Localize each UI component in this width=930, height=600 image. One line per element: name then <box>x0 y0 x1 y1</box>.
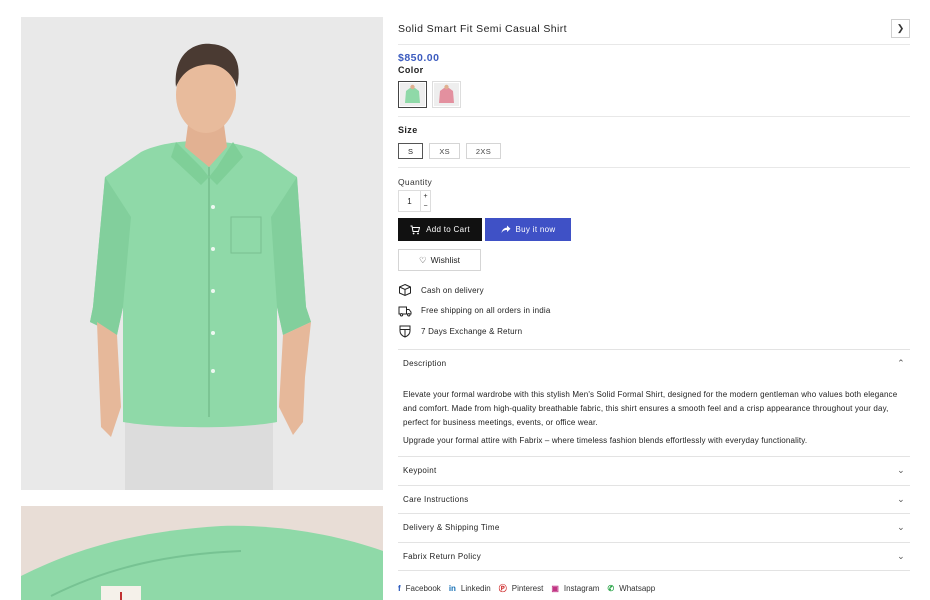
quantity-input[interactable]: 1 <box>399 191 421 211</box>
size-option-2xs[interactable]: 2XS <box>465 143 501 159</box>
quantity-steps: + − <box>421 191 430 211</box>
description-paragraph: Elevate your formal wardrobe with this s… <box>403 390 898 427</box>
accordion-title: Care Instructions <box>403 494 469 504</box>
feature-text: 7 Days Exchange & Return <box>421 326 523 336</box>
quantity-label: Quantity <box>398 177 433 187</box>
pinterest-icon: Ⓟ <box>498 584 507 593</box>
fabric-closeup <box>21 506 383 600</box>
purchase-actions: Add to Cart Buy it now <box>398 218 910 241</box>
accordion-title: Description <box>403 359 447 369</box>
accordion-keypoint-header[interactable]: Keypoint ⌄ <box>398 457 910 486</box>
quantity-stepper: 1 + − <box>398 190 431 212</box>
green-shirt-thumbnail <box>400 83 425 106</box>
swatch-pink[interactable] <box>432 81 461 108</box>
share-whatsapp[interactable]: ✆ Whatsapp <box>607 584 655 593</box>
chevron-down-icon: ⌄ <box>897 550 905 561</box>
description-content: Elevate your formal wardrobe with this s… <box>398 378 910 457</box>
linkedin-icon: in <box>448 584 456 593</box>
add-to-cart-button[interactable]: Add to Cart <box>398 218 482 241</box>
quantity-decrease-button[interactable]: − <box>421 201 430 211</box>
product-gallery <box>21 17 383 600</box>
cart-icon <box>410 225 421 234</box>
color-label: Color <box>398 65 424 75</box>
product-title: Solid Smart Fit Semi Casual Shirt <box>398 22 567 35</box>
product-detail-image[interactable] <box>21 506 383 600</box>
product-main-image[interactable] <box>21 17 383 490</box>
feature-item: Cash on delivery <box>398 280 910 301</box>
share-label: Facebook <box>405 584 441 593</box>
share-facebook[interactable]: f Facebook <box>398 584 441 593</box>
share-links: f Facebook in Linkedin Ⓟ Pinterest ▣ Ins… <box>398 583 910 594</box>
share-linkedin[interactable]: in Linkedin <box>449 584 491 593</box>
next-product-button[interactable]: ❯ <box>891 19 910 38</box>
feature-list: Cash on delivery Free shipping on all or… <box>398 280 910 342</box>
chevron-right-icon: ❯ <box>896 23 905 33</box>
share-label: Linkedin <box>460 584 491 593</box>
accordion-return-header[interactable]: Fabrix Return Policy ⌄ <box>398 543 910 571</box>
facebook-icon: f <box>398 584 401 593</box>
quantity-increase-button[interactable]: + <box>421 191 430 201</box>
feature-text: Free shipping on all orders in india <box>421 306 551 316</box>
product-info-panel: Solid Smart Fit Semi Casual Shirt ❯ $850… <box>398 17 910 594</box>
share-pinterest[interactable]: Ⓟ Pinterest <box>499 583 544 594</box>
feature-text: Cash on delivery <box>421 285 484 295</box>
feature-item: Free shipping on all orders in india <box>398 301 910 322</box>
size-option-s[interactable]: S <box>398 143 424 159</box>
shield-icon <box>399 325 411 338</box>
wishlist-label: Wishlist <box>430 255 460 265</box>
accordion-description-header[interactable]: Description ⌃ <box>398 350 910 379</box>
pink-shirt-thumbnail <box>434 83 459 106</box>
accordion-delivery-header[interactable]: Delivery & Shipping Time ⌄ <box>398 514 910 543</box>
swatch-green[interactable] <box>398 81 427 108</box>
box-icon <box>399 284 411 297</box>
size-label: Size <box>398 125 418 135</box>
truck-icon <box>398 306 412 317</box>
chevron-down-icon: ⌄ <box>897 522 905 533</box>
share-label: Whatsapp <box>619 584 656 593</box>
buy-now-label: Buy it now <box>515 225 556 234</box>
color-swatches <box>398 81 910 117</box>
wishlist-button[interactable]: ♡ Wishlist <box>398 249 481 271</box>
chevron-down-icon: ⌄ <box>897 465 905 476</box>
accordion-care-header[interactable]: Care Instructions ⌄ <box>398 486 910 514</box>
share-label: Pinterest <box>511 584 544 593</box>
accordion-title: Keypoint <box>403 466 437 476</box>
model-photo <box>21 17 383 490</box>
size-option-xs[interactable]: XS <box>429 143 460 159</box>
instagram-icon: ▣ <box>551 584 559 593</box>
description-paragraph: Upgrade your formal attire with Fabrix –… <box>403 436 808 445</box>
share-arrow-icon <box>501 225 511 233</box>
share-instagram[interactable]: ▣ Instagram <box>551 584 599 593</box>
buy-now-button[interactable]: Buy it now <box>485 218 571 241</box>
chevron-down-icon: ⌄ <box>897 493 905 504</box>
accordion-title: Fabrix Return Policy <box>403 551 482 561</box>
divider <box>398 167 910 168</box>
product-accordion: Description ⌃ Elevate your formal wardro… <box>398 348 910 571</box>
title-row: Solid Smart Fit Semi Casual Shirt ❯ <box>398 17 910 45</box>
whatsapp-icon: ✆ <box>607 584 615 593</box>
chevron-up-icon: ⌃ <box>897 358 905 369</box>
accordion-title: Delivery & Shipping Time <box>403 523 500 533</box>
add-to-cart-label: Add to Cart <box>426 225 470 234</box>
size-options: S XS 2XS <box>398 143 910 159</box>
product-price: $850.00 <box>398 52 440 64</box>
heart-icon: ♡ <box>419 254 427 265</box>
feature-item: 7 Days Exchange & Return <box>398 321 910 342</box>
share-label: Instagram <box>563 584 600 593</box>
